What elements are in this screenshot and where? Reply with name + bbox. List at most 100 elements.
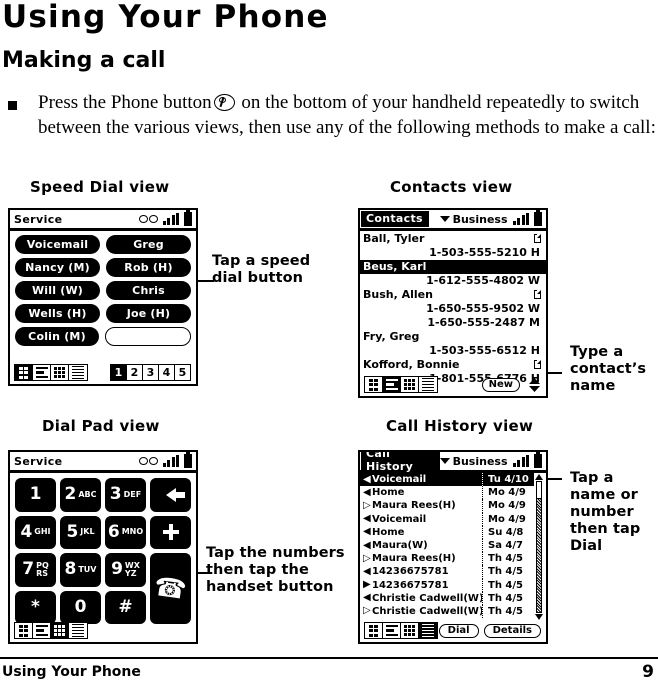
speed-dial-button[interactable]: Chris (106, 281, 191, 300)
page-button[interactable]: 1 (111, 365, 127, 380)
view-icon-contacts[interactable] (383, 623, 401, 638)
call-history-row[interactable]: ◀ 14236675781 Th 4/5 (360, 565, 534, 579)
caption-contacts: Contacts view (390, 178, 513, 196)
speed-dial-button[interactable]: Nancy (M) (15, 258, 100, 277)
speed-dial-button[interactable]: Rob (H) (106, 258, 191, 277)
key-digit: 2 (64, 484, 77, 505)
dial-pad-screen: Service 1 2 ABC 3 DEF 4 GHI 5 JKL 6 MNO 7 PQ RS… (8, 450, 198, 644)
view-icon-call-history[interactable] (69, 623, 87, 638)
view-icon-contacts[interactable] (33, 365, 51, 380)
details-button[interactable]: Details (483, 624, 541, 638)
contact-name-row[interactable]: Fry, Greg (360, 330, 546, 344)
call-history-row[interactable]: ◀ Maura(W) Sa 4/7 (360, 538, 534, 553)
view-icon-call-history[interactable] (69, 365, 87, 380)
speed-dial-button[interactable]: Voicemail (15, 235, 100, 254)
contact-name-row[interactable]: Bush, Allen (360, 288, 546, 302)
scroll-indicator-icon[interactable] (527, 377, 542, 394)
contact-number[interactable]: 1-503-555-6512 H (360, 344, 546, 358)
page-button[interactable]: 2 (127, 365, 143, 380)
direction-missed-icon: ▷ (363, 499, 371, 511)
dial-key-6[interactable]: 6 MNO (105, 515, 146, 549)
page-button[interactable]: 3 (143, 365, 159, 380)
scrollbar-track[interactable] (536, 481, 542, 613)
dial-key-3[interactable]: 3 DEF (105, 478, 146, 512)
call-name: Voicemail (372, 513, 427, 525)
view-icon-call-history[interactable] (419, 623, 437, 638)
dial-key-9[interactable]: 9 WX YZ (105, 553, 146, 587)
service-label: Service (14, 212, 63, 226)
speed-dial-button[interactable]: Joe (H) (106, 304, 191, 323)
dial-button[interactable]: Dial (438, 624, 479, 638)
contact-number[interactable]: 1-650-555-2487 M (360, 316, 546, 330)
call-history-row[interactable]: ▷ Christie Cadwell(W) Th 4/5 (360, 604, 534, 619)
scroll-up-icon[interactable] (535, 474, 543, 480)
dial-key-0[interactable]: 0 (60, 590, 101, 624)
direction-incoming-icon: ◀ (363, 565, 371, 577)
call-history-row[interactable]: ▶ 14236675781 Th 4/5 (360, 578, 534, 592)
view-icon-speed-dial[interactable] (15, 623, 33, 638)
bullet-paragraph: Press the Phone button on the bottom of … (38, 90, 656, 140)
contact-name-row[interactable]: Ball, Tyler (360, 232, 546, 246)
dial-key-plus[interactable] (150, 515, 191, 549)
view-icon-speed-dial[interactable] (365, 377, 383, 392)
view-icon-dial-pad[interactable] (401, 623, 419, 638)
scrollbar[interactable] (535, 474, 543, 620)
view-icon-contacts[interactable] (383, 377, 401, 392)
contact-name-row-selected[interactable]: Beus, Karl (360, 260, 546, 274)
call-history-row[interactable]: ◀ Christie Cadwell(W) Th 4/5 (360, 591, 534, 605)
call-history-action-buttons: Dial Details (438, 624, 541, 638)
view-icon-dial-pad[interactable] (51, 623, 69, 638)
view-switcher-bar (14, 364, 88, 381)
signal-bars-icon (162, 455, 179, 467)
key-letters: JKL (80, 527, 95, 537)
view-icon-speed-dial[interactable] (15, 365, 33, 380)
view-icon-dial-pad[interactable] (401, 377, 419, 392)
dial-key-backspace[interactable] (150, 478, 191, 512)
speed-dial-button[interactable]: Will (W) (15, 281, 100, 300)
speed-dial-button[interactable]: Greg (106, 235, 191, 254)
speed-dial-button-empty[interactable] (105, 327, 191, 346)
view-icon-call-history[interactable] (419, 377, 437, 392)
dial-key-handset[interactable]: ☎ (150, 553, 191, 624)
scrollbar-thumb[interactable] (536, 481, 542, 499)
speed-dial-button[interactable]: Wells (H) (15, 304, 100, 323)
dial-key-8[interactable]: 8 TUV (60, 553, 101, 587)
page-button[interactable]: 4 (159, 365, 175, 380)
direction-missed-icon: ▷ (363, 605, 371, 617)
category-selector[interactable]: Business (439, 455, 508, 468)
contact-number[interactable]: 1-650-555-9502 W (360, 302, 546, 316)
call-date: Th 4/5 (482, 604, 534, 619)
view-icon-contacts[interactable] (33, 623, 51, 638)
contacts-titlebar: Contacts Business (360, 210, 546, 231)
dial-key-7[interactable]: 7 PQ RS (15, 553, 56, 587)
direction-incoming-icon: ◀ (363, 473, 371, 485)
direction-incoming-icon: ◀ (363, 539, 371, 551)
dial-key-star[interactable]: * (15, 590, 56, 624)
page-button[interactable]: 5 (175, 365, 190, 380)
call-history-row[interactable]: ◀ Home Mo 4/9 (360, 486, 534, 500)
category-selector[interactable]: Business (439, 213, 508, 226)
call-history-row[interactable]: ◀ Voicemail Tu 4/10 (360, 473, 534, 487)
view-icon-speed-dial[interactable] (365, 623, 383, 638)
call-history-row[interactable]: ▷ Maura Rees(H) Th 4/5 (360, 552, 534, 566)
call-history-row[interactable]: ▷ Maura Rees(H) Mo 4/9 (360, 499, 534, 513)
call-history-titlebar: Call History Business (360, 452, 546, 475)
contact-number[interactable]: 1-612-555-4802 W (360, 274, 546, 288)
contact-name-row[interactable]: Kofford, Bonnie (360, 358, 546, 372)
dial-key-1[interactable]: 1 (15, 478, 56, 512)
key-digit: 7 (22, 559, 35, 580)
scroll-down-icon[interactable] (535, 614, 543, 620)
note-icon (534, 290, 541, 299)
view-icon-dial-pad[interactable] (51, 365, 69, 380)
contact-number[interactable]: 1-503-555-5210 H (360, 246, 546, 260)
call-history-row[interactable]: ◀ Home Su 4/8 (360, 525, 534, 539)
speed-dial-screen: Service Voicemail Greg Nancy (M) Rob (H)… (8, 208, 198, 386)
new-button[interactable]: New (481, 378, 520, 392)
dial-key-5[interactable]: 5 JKL (60, 515, 101, 549)
dial-key-hash[interactable]: # (105, 590, 146, 624)
speed-dial-button[interactable]: Colin (M) (15, 327, 99, 346)
call-history-row[interactable]: ◀ Voicemail Mo 4/9 (360, 512, 534, 526)
dial-key-2[interactable]: 2 ABC (60, 478, 101, 512)
direction-incoming-icon: ◀ (363, 592, 371, 604)
dial-key-4[interactable]: 4 GHI (15, 515, 56, 549)
